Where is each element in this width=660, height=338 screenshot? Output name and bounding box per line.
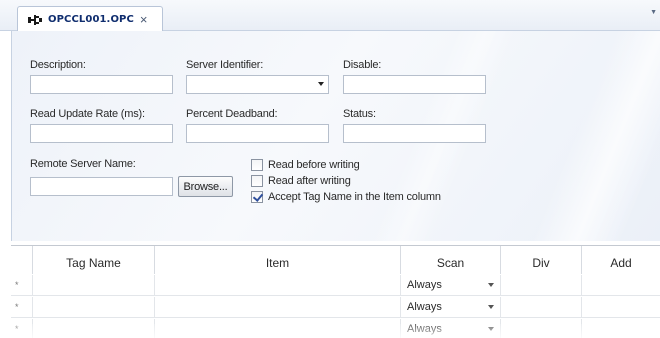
remote-server-name-field[interactable] [30,177,173,196]
scan-cell[interactable]: Always [401,275,501,296]
tab-list-dropdown-icon[interactable]: ▼ [650,9,657,16]
checkbox-box[interactable] [251,174,263,187]
status-field[interactable] [343,124,486,143]
tag-grid: Tag Name Item Scan Div Add * Always * Al… [11,245,660,338]
tag-name-cell[interactable] [33,319,155,338]
document-tab-strip: OPCCL001.OPC × ▼ [0,0,660,32]
row-marker-cell: * [11,297,33,318]
grid-header-div[interactable]: Div [501,246,582,274]
scan-cell[interactable]: Always [401,297,501,318]
new-row-marker: * [15,324,19,334]
percent-deadband-label: Percent Deadband: [186,108,278,120]
scan-value: Always [407,301,442,313]
grid-header-item[interactable]: Item [155,246,401,274]
read-update-rate-field[interactable] [30,124,173,143]
checkbox-box[interactable] [251,158,263,171]
read-before-writing-checkbox[interactable]: Read before writing [251,158,360,171]
row-marker-cell: * [11,275,33,296]
div-cell[interactable] [501,275,582,296]
scan-cell[interactable]: Always [401,319,501,338]
checkbox-label: Accept Tag Name in the Item column [268,190,441,203]
scan-value: Always [407,279,442,291]
chevron-down-icon[interactable] [488,305,494,309]
tag-name-cell[interactable] [33,275,155,296]
add-cell[interactable] [582,275,660,296]
server-identifier-combobox[interactable] [186,75,329,94]
chevron-down-icon[interactable] [488,283,494,287]
chevron-down-icon [318,82,324,86]
add-cell[interactable] [582,319,660,338]
tab-title: OPCCL001.OPC [48,14,134,25]
description-label: Description: [30,59,86,71]
browse-button[interactable]: Browse... [178,176,233,197]
percent-deadband-field[interactable] [186,124,329,143]
row-marker-cell: * [11,319,33,338]
div-cell[interactable] [501,297,582,318]
server-identifier-label: Server Identifier: [186,59,264,71]
grid-header-scan[interactable]: Scan [401,246,501,274]
item-cell[interactable] [155,275,401,296]
item-cell[interactable] [155,297,401,318]
disable-label: Disable: [343,59,382,71]
tag-name-cell[interactable] [33,297,155,318]
new-row-marker: * [15,302,19,312]
grid-header-tag-name[interactable]: Tag Name [33,246,155,274]
close-tab-icon[interactable]: × [140,13,148,26]
scan-value: Always [407,323,442,335]
document-tab[interactable]: OPCCL001.OPC × [17,6,163,32]
new-row-marker: * [15,280,19,290]
checkbox-label: Read before writing [268,158,360,171]
table-row: * Always [11,319,660,338]
remote-server-name-label: Remote Server Name: [30,158,136,170]
read-update-rate-label: Read Update Rate (ms): [30,108,145,120]
driver-properties-panel: Description: Server Identifier: Disable:… [11,31,660,241]
grid-header-add[interactable]: Add [582,246,660,274]
opc-driver-icon [28,14,42,25]
div-cell[interactable] [501,319,582,338]
accept-tag-name-checkbox[interactable]: Accept Tag Name in the Item column [251,190,441,203]
checkbox-label: Read after writing [268,174,351,187]
description-field[interactable] [30,75,173,94]
table-row: * Always [11,275,660,296]
grid-header-row-marker [11,246,33,274]
chevron-down-icon[interactable] [488,327,494,331]
disable-field[interactable] [343,75,486,94]
checkbox-box-checked[interactable] [251,190,263,203]
status-label: Status: [343,108,376,120]
item-cell[interactable] [155,319,401,338]
table-row: * Always [11,297,660,318]
add-cell[interactable] [582,297,660,318]
read-after-writing-checkbox[interactable]: Read after writing [251,174,351,187]
